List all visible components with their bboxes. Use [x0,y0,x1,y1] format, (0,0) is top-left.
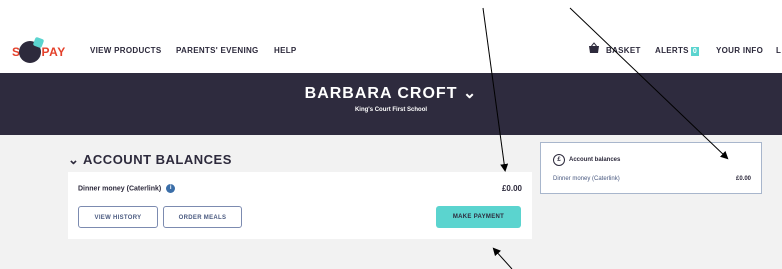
logo-mark [18,41,41,63]
balance-amount: £0.00 [501,184,522,193]
basket-icon[interactable] [588,42,600,54]
account-balances-sidebar: £ Account balances Dinner money (Caterli… [540,142,762,194]
balance-card: Dinner money (Caterlink) i £0.00 VIEW HIS… [68,172,532,239]
info-icon[interactable]: i [166,184,176,193]
nav-help[interactable]: HELP [274,46,297,55]
hero-user-name[interactable]: BARBARA CROFT ⌄ [0,83,782,103]
nav-view-products[interactable]: VIEW PRODUCTS [90,46,161,55]
view-history-button[interactable]: VIEW HISTORY [78,206,158,228]
hero-banner: BARBARA CROFT ⌄ King's Court First Schoo… [0,73,782,135]
account-balances-heading[interactable]: ⌄ ACCOUNT BALANCES [68,152,232,168]
nav-basket[interactable]: BASKET [606,46,641,55]
scopay-logo[interactable]: S PAY [12,41,66,63]
alerts-label: ALERTS [655,46,689,55]
top-nav: S PAY VIEW PRODUCTS PARENTS' EVENING HELP… [0,26,782,73]
nav-parents-evening[interactable]: PARENTS' EVENING [176,46,259,55]
nav-truncated-link[interactable]: L [776,46,781,55]
chevron-down-icon: ⌄ [457,85,478,102]
nav-alerts[interactable]: ALERTS 0 [655,46,700,56]
sidebar-title: Account balances [569,157,621,163]
order-meals-button[interactable]: ORDER MEALS [163,206,242,228]
alerts-count-badge: 0 [690,47,700,56]
pound-icon: £ [553,154,565,166]
make-payment-button[interactable]: MAKE PAYMENT [436,206,521,228]
sidebar-balance-amount: £0.00 [735,176,751,182]
sidebar-balance-label: Dinner money (Caterlink) [553,176,620,182]
chevron-down-icon: ⌄ [68,152,84,167]
nav-your-info[interactable]: YOUR INFO [716,46,763,55]
balance-row-label: Dinner money (Caterlink) i [78,184,176,193]
hero-school-name: King's Court First School [354,107,428,113]
